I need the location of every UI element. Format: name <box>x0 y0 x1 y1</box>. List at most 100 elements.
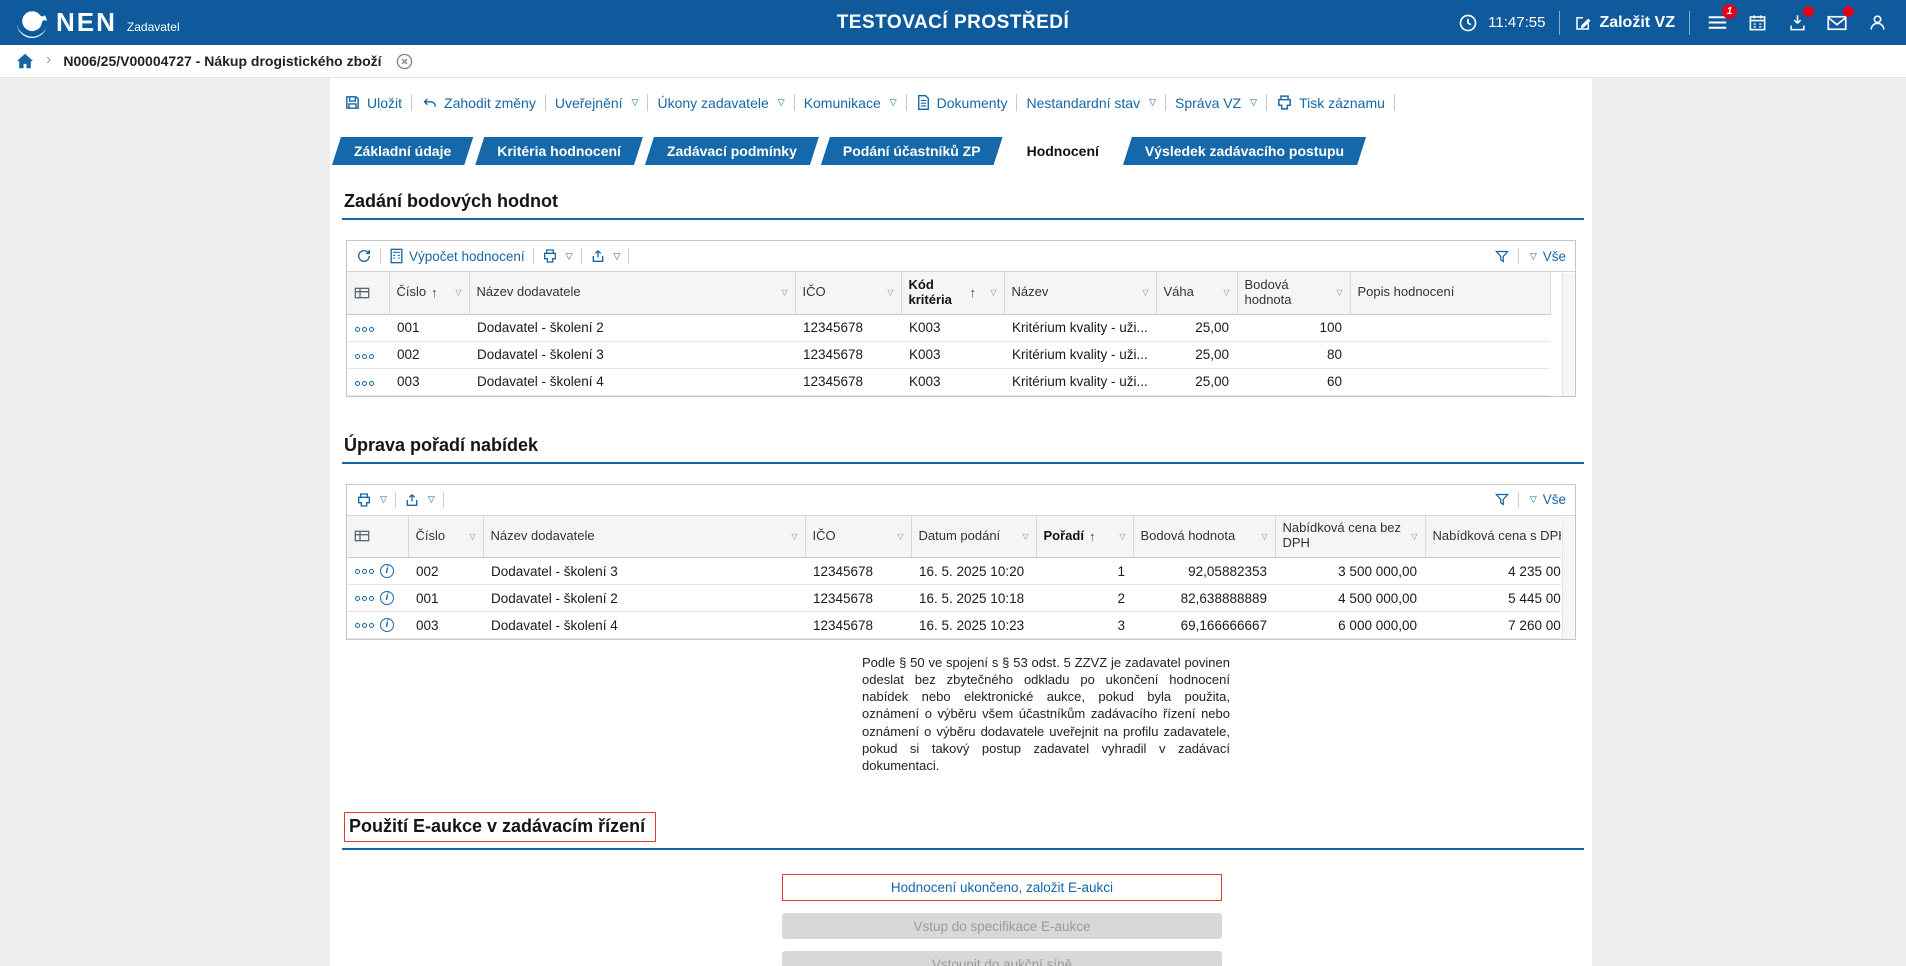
row-actions-icon[interactable] <box>355 354 374 359</box>
column-filter-icon[interactable]: ▽ <box>451 288 461 297</box>
col-header-bodova[interactable]: Bodová hodnota▽ <box>1237 272 1350 314</box>
table-row[interactable]: i 002 Dodavatel - školení 3 12345678 16.… <box>347 558 1561 585</box>
eauction-title-highlight: Použití E-aukce v zadávacím řízení <box>344 812 656 842</box>
col-header-poradi[interactable]: Pořadí↑▽ <box>1036 516 1133 558</box>
col-header-kod-kriteria[interactable]: Kód kritéria↑▽ <box>901 272 1004 314</box>
create-vz-button[interactable]: Založit VZ <box>1574 14 1675 32</box>
dropdown-icon: ▽ <box>1530 494 1537 505</box>
col-header-datum[interactable]: Datum podání▽ <box>911 516 1036 558</box>
column-filter-icon[interactable]: ▽ <box>1407 532 1417 541</box>
toolbar-separator <box>443 492 444 508</box>
print-table-button[interactable]: ▽ <box>356 492 387 508</box>
column-filter-icon[interactable]: ▽ <box>893 532 903 541</box>
tab-zakladni-udaje[interactable]: Základní údaje <box>332 137 473 165</box>
column-filter-icon[interactable]: ▽ <box>1018 532 1028 541</box>
column-filter-icon[interactable]: ▽ <box>1219 288 1229 297</box>
column-filter-icon[interactable]: ▽ <box>1138 288 1148 297</box>
document-icon <box>916 94 931 111</box>
home-icon[interactable] <box>16 53 34 69</box>
save-button[interactable]: Uložit <box>344 94 402 111</box>
dropdown-icon: ▽ <box>614 251 621 262</box>
section-title-scoring: Zadání bodových hodnot <box>342 191 1584 220</box>
row-actions-icon[interactable] <box>355 623 374 628</box>
enter-auction-hall-button: Vstoupit do aukční síně <box>782 951 1222 966</box>
user-icon[interactable] <box>1864 10 1890 36</box>
table-row[interactable]: 002 Dodavatel - školení 3 12345678 K003 … <box>347 341 1550 368</box>
export-table-button[interactable]: ▽ <box>404 492 435 508</box>
mail-icon[interactable] <box>1824 10 1850 36</box>
print-record-button[interactable]: Tisk záznamu <box>1276 94 1385 111</box>
info-icon[interactable]: i <box>380 618 394 632</box>
compute-score-button[interactable]: Výpočet hodnocení <box>389 248 525 264</box>
publish-menu[interactable]: Uveřejnění ▽ <box>555 95 639 111</box>
table-row[interactable]: 003 Dodavatel - školení 4 12345678 K003 … <box>347 368 1550 395</box>
column-filter-icon[interactable]: ▽ <box>465 532 475 541</box>
table-settings-icon[interactable] <box>354 529 401 543</box>
col-header-bodova[interactable]: Bodová hodnota▽ <box>1133 516 1275 558</box>
tab-hodnoceni[interactable]: Hodnocení <box>1005 137 1121 165</box>
tab-kriteria-hodnoceni[interactable]: Kritéria hodnocení <box>475 137 643 165</box>
close-record-icon[interactable] <box>396 53 413 70</box>
col-header-dodavatel[interactable]: Název dodavatele▽ <box>483 516 805 558</box>
table-row[interactable]: i 001 Dodavatel - školení 2 12345678 16.… <box>347 585 1561 612</box>
column-filter-icon[interactable]: ▽ <box>1115 532 1125 541</box>
table-scrollbar[interactable] <box>1562 273 1575 396</box>
col-header-ico[interactable]: IČO▽ <box>805 516 911 558</box>
row-actions-icon[interactable] <box>355 327 374 332</box>
tab-zadavaci-podminky[interactable]: Zadávací podmínky <box>645 137 819 165</box>
discard-changes-button[interactable]: Zahodit změny <box>421 94 536 111</box>
show-all-link[interactable]: Vše <box>1543 249 1566 264</box>
table-row[interactable]: i 003 Dodavatel - školení 4 12345678 16.… <box>347 612 1561 639</box>
column-filter-icon[interactable]: ▽ <box>787 532 797 541</box>
documents-button[interactable]: Dokumenty <box>916 94 1008 111</box>
row-actions-icon[interactable] <box>355 381 374 386</box>
tab-label: Zadávací podmínky <box>667 143 797 159</box>
tab-vysledek[interactable]: Výsledek zadávacího postupu <box>1123 137 1366 165</box>
info-icon[interactable]: i <box>380 591 394 605</box>
download-icon[interactable] <box>1784 10 1810 36</box>
filter-icon[interactable] <box>1494 249 1510 264</box>
publish-label: Uveřejnění <box>555 95 623 111</box>
filter-icon[interactable] <box>1494 492 1510 507</box>
eauction-spec-button: Vstup do specifikace E-aukce <box>782 913 1222 939</box>
col-header-cena-bez-dph[interactable]: Nabídková cena bez DPH▽ <box>1275 516 1425 558</box>
calendar-icon[interactable] <box>1744 10 1770 36</box>
menu-icon[interactable]: 1 <box>1704 10 1730 36</box>
col-header-vaha[interactable]: Váha▽ <box>1156 272 1237 314</box>
contracting-actions-menu[interactable]: Úkony zadavatele ▽ <box>657 95 784 111</box>
nen-logo[interactable]: NEN Zadavatel <box>16 7 180 39</box>
content-panel: Uložit Zahodit změny Uveřejnění ▽ Úkony … <box>330 78 1592 966</box>
row-actions-icon[interactable] <box>355 569 374 574</box>
column-filter-icon[interactable]: ▽ <box>883 288 893 297</box>
export-table-button[interactable]: ▽ <box>590 248 621 264</box>
col-header-cena-s-dph[interactable]: Nabídková cena s DPH <box>1425 516 1561 558</box>
refresh-icon[interactable] <box>356 248 372 264</box>
col-header-ico[interactable]: IČO▽ <box>795 272 901 314</box>
info-icon[interactable]: i <box>380 564 394 578</box>
nonstandard-state-menu[interactable]: Nestandardní stav ▽ <box>1026 95 1156 111</box>
col-header-cislo[interactable]: Číslo▽ <box>408 516 483 558</box>
col-header-nazev[interactable]: Název▽ <box>1004 272 1156 314</box>
column-filter-icon[interactable]: ▽ <box>986 288 996 297</box>
column-filter-icon[interactable]: ▽ <box>1257 532 1267 541</box>
documents-label: Dokumenty <box>937 95 1008 111</box>
tab-podani-ucastniku[interactable]: Podání účastníků ZP <box>821 137 1003 165</box>
col-header-cislo[interactable]: Číslo↑▽ <box>389 272 469 314</box>
column-filter-icon[interactable]: ▽ <box>1332 288 1342 297</box>
table-row[interactable]: 001 Dodavatel - školení 2 12345678 K003 … <box>347 314 1550 341</box>
print-table-button[interactable]: ▽ <box>542 248 573 264</box>
dropdown-icon: ▽ <box>778 97 785 108</box>
show-all-link[interactable]: Vše <box>1543 492 1566 507</box>
column-filter-icon[interactable]: ▽ <box>777 288 787 297</box>
table-scrollbar[interactable] <box>1562 517 1575 640</box>
breadcrumb-current[interactable]: N006/25/V00004727 - Nákup drogistického … <box>63 53 381 69</box>
communication-menu[interactable]: Komunikace ▽ <box>804 95 897 111</box>
col-header-popis[interactable]: Popis hodnocení <box>1350 272 1550 314</box>
finish-evaluation-button[interactable]: Hodnocení ukončeno, založit E-aukci <box>782 874 1222 901</box>
col-header-dodavatel[interactable]: Název dodavatele▽ <box>469 272 795 314</box>
dropdown-icon: ▽ <box>890 97 897 108</box>
table-settings-icon[interactable] <box>354 286 382 300</box>
row-actions-icon[interactable] <box>355 596 374 601</box>
vz-management-menu[interactable]: Správa VZ ▽ <box>1175 95 1257 111</box>
chevron-right-icon: › <box>46 51 51 69</box>
